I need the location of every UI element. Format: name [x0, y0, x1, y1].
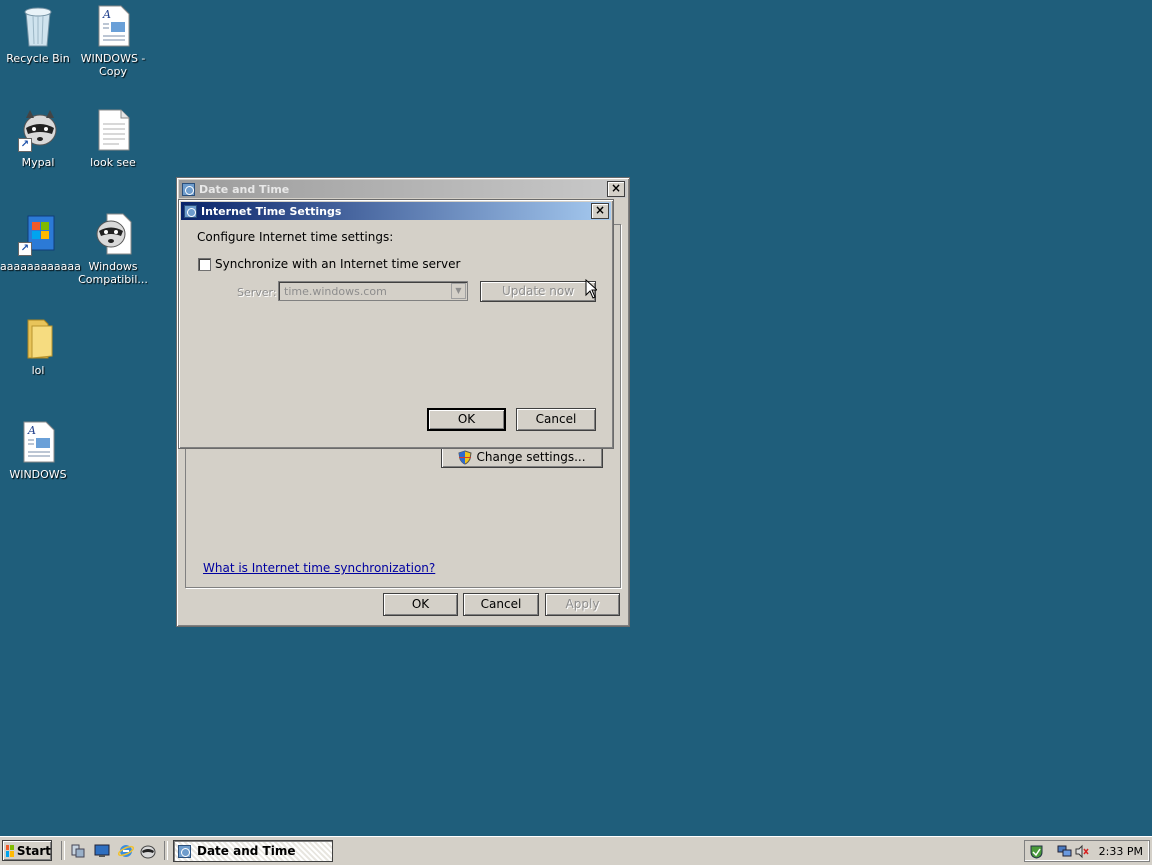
desktop-icon-look-see[interactable]: look see [75, 108, 151, 169]
desktop-icon-label: look see [90, 156, 136, 169]
clock-calendar-icon [178, 844, 191, 858]
security-shield-icon[interactable] [1029, 844, 1044, 859]
taskbar-divider [164, 841, 168, 860]
desktop-icon-windows[interactable]: A WINDOWS [0, 420, 76, 481]
help-link[interactable]: What is Internet time synchronization? [203, 561, 435, 575]
ok-label: OK [411, 597, 430, 611]
raccoon-document-icon [93, 212, 133, 256]
installer-icon: ↗ [18, 212, 58, 256]
desktop-icon-label: Recycle Bin [6, 52, 70, 65]
folder-icon [18, 316, 58, 360]
desktop-icon-windows-copy[interactable]: A WINDOWS - Copy [75, 4, 151, 78]
server-value: time.windows.com [284, 285, 387, 298]
desktop-icon-label: WINDOWS - [80, 52, 146, 65]
desktop-icon-label-line2: Copy [99, 65, 127, 78]
desktop-icon-windows-compatibility[interactable]: Windows Compatibil... [75, 212, 151, 286]
taskbar-button-date-and-time[interactable]: Date and Time [173, 840, 333, 862]
server-combobox[interactable]: time.windows.com ▼ [278, 281, 468, 301]
server-manager-icon[interactable] [70, 843, 86, 859]
shortcut-arrow-icon: ↗ [18, 242, 32, 256]
close-button[interactable]: × [607, 181, 625, 197]
change-settings-button[interactable]: Change settings... [441, 446, 603, 468]
network-icon[interactable] [1057, 844, 1072, 859]
chevron-down-icon[interactable]: ▼ [451, 283, 466, 299]
ok-button[interactable]: OK [427, 408, 506, 431]
dialog-heading: Configure Internet time settings: [197, 230, 394, 244]
cancel-label: Cancel [535, 412, 577, 426]
svg-text:A: A [102, 8, 111, 21]
close-button[interactable]: × [591, 203, 609, 219]
raccoon-icon: ↗ [18, 108, 58, 152]
date-time-titlebar[interactable]: Date and Time × [179, 180, 627, 198]
task-label: Date and Time [197, 844, 296, 858]
taskbar: Start Date and Time 2:33 PM [0, 836, 1152, 865]
window-title: Date and Time [199, 182, 290, 196]
taskbar-clock[interactable]: 2:33 PM [1099, 845, 1143, 858]
ok-button[interactable]: OK [383, 593, 458, 616]
shortcut-arrow-icon: ↗ [18, 138, 32, 152]
update-now-label: Update now [501, 284, 575, 298]
shield-icon [458, 449, 473, 465]
desktop-icon-lol[interactable]: lol [0, 316, 76, 377]
system-tray: 2:33 PM [1024, 840, 1150, 862]
apply-label: Apply [565, 597, 600, 611]
desktop-icon-mypal[interactable]: ↗ Mypal [0, 108, 76, 169]
clock-calendar-icon [182, 182, 195, 196]
document-icon: A [18, 420, 58, 464]
windows-logo-icon [6, 844, 14, 857]
internet-time-dialog: Internet Time Settings × Configure Inter… [178, 199, 614, 449]
desktop-icon-label: WINDOWS [9, 468, 67, 481]
dialog-title: Internet Time Settings [201, 204, 342, 218]
apply-button[interactable]: Apply [545, 593, 620, 616]
desktop-icon-label: Mypal [21, 156, 55, 169]
ok-label: OK [457, 412, 476, 426]
show-desktop-icon[interactable] [94, 843, 110, 859]
svg-text:A: A [27, 424, 36, 437]
volume-muted-icon[interactable] [1074, 844, 1089, 859]
sync-checkbox[interactable] [198, 258, 211, 271]
start-button[interactable]: Start [2, 840, 52, 861]
desktop-icon-label: lol [31, 364, 45, 377]
recycle-bin-icon [18, 4, 58, 48]
desktop-icon-recycle-bin[interactable]: Recycle Bin [0, 4, 76, 65]
internet-explorer-icon[interactable] [118, 843, 134, 859]
desktop-icon-aaaaaaaaaaaa[interactable]: ↗ aaaaaaaaaaaa [0, 212, 81, 273]
desktop-icon-label: aaaaaaaaaaaa [0, 260, 81, 273]
update-now-button[interactable]: Update now [480, 281, 596, 302]
cancel-label: Cancel [480, 597, 522, 611]
cancel-button[interactable]: Cancel [516, 408, 596, 431]
taskbar-divider [61, 841, 65, 860]
text-file-icon [93, 108, 133, 152]
cancel-button[interactable]: Cancel [463, 593, 539, 616]
desktop-icon-label-line2: Compatibil... [78, 273, 148, 286]
server-label: Server: [237, 286, 277, 299]
clock-calendar-icon [184, 204, 197, 218]
internet-time-titlebar[interactable]: Internet Time Settings × [181, 202, 611, 220]
start-label: Start [16, 843, 51, 858]
raccoon-icon[interactable] [140, 843, 156, 859]
desktop-icon-label: Windows [88, 260, 138, 273]
mouse-cursor-icon [585, 279, 597, 299]
change-settings-label: Change settings... [476, 450, 586, 464]
sync-checkbox-label[interactable]: Synchronize with an Internet time server [215, 257, 460, 271]
document-icon: A [93, 4, 133, 48]
